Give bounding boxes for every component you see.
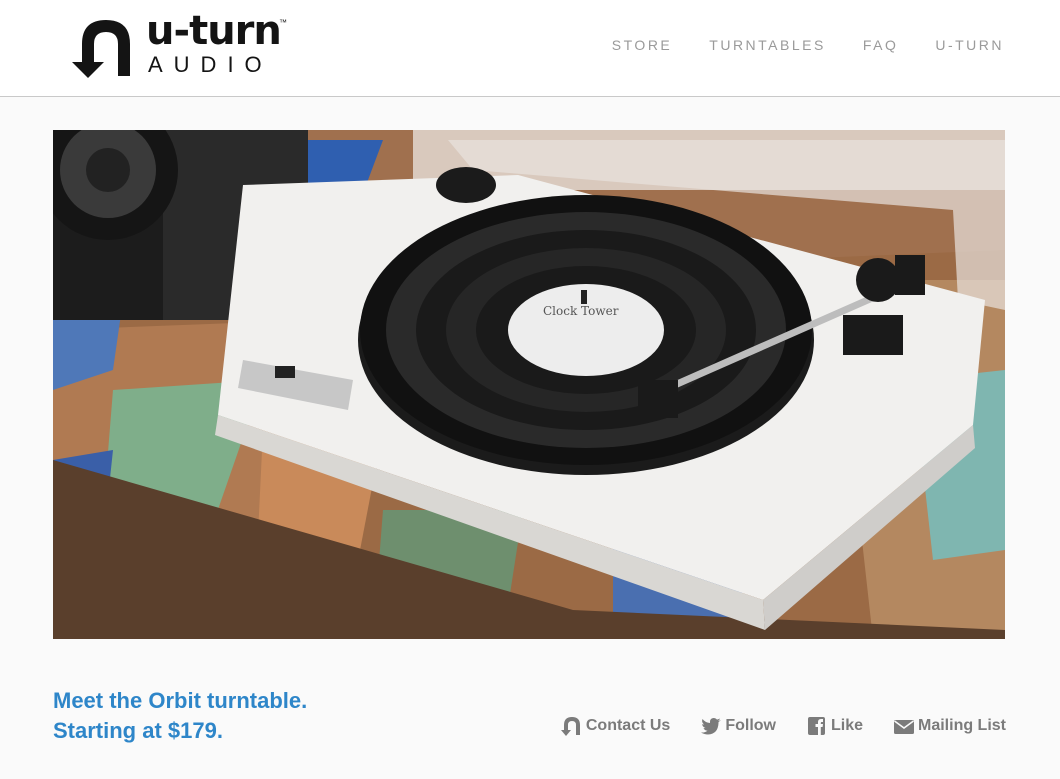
trademark-mark: ™ xyxy=(279,18,287,27)
promo-line-1: Meet the Orbit turntable. xyxy=(53,688,308,713)
uturn-small-icon xyxy=(560,717,580,736)
promo-line-2: Starting at $179. xyxy=(53,718,223,743)
brand-logo[interactable]: u-turn ™ AUDIO xyxy=(72,8,302,80)
brand-subtitle: AUDIO xyxy=(148,52,273,77)
mailing-list-link[interactable]: Mailing List xyxy=(893,716,1006,736)
hero-image[interactable]: Clock Tower xyxy=(53,130,1005,639)
envelope-icon xyxy=(894,720,914,734)
nav-item-faq[interactable]: FAQ xyxy=(863,37,899,53)
mailing-list-label: Mailing List xyxy=(918,717,1006,734)
twitter-bird-icon xyxy=(701,718,722,735)
facebook-icon xyxy=(807,717,825,735)
follow-link[interactable]: Follow xyxy=(700,716,776,736)
nav-item-u-turn[interactable]: U-TURN xyxy=(935,37,1004,53)
record-label-text: Clock Tower xyxy=(543,304,619,318)
nav-item-store[interactable]: STORE xyxy=(612,37,672,53)
site-header: u-turn ™ AUDIO STORE TURNTABLES FAQ U-TU… xyxy=(0,0,1060,97)
turntable-photo: Clock Tower xyxy=(53,130,1005,639)
promo-headline: Meet the Orbit turntable. Starting at $1… xyxy=(53,686,307,746)
uturn-logo-icon xyxy=(72,20,130,78)
like-label: Like xyxy=(830,717,863,734)
nav-item-turntables[interactable]: TURNTABLES xyxy=(709,37,826,53)
contact-us-link[interactable]: Contact Us xyxy=(560,716,671,736)
brand-name: u-turn xyxy=(146,8,282,54)
follow-label: Follow xyxy=(725,717,776,734)
contact-us-label: Contact Us xyxy=(585,717,671,734)
like-link[interactable]: Like xyxy=(806,716,863,736)
main-nav: STORE TURNTABLES FAQ U-TURN xyxy=(575,37,1004,53)
footer-links: Contact Us Follow Like Mailing List xyxy=(531,716,1006,736)
